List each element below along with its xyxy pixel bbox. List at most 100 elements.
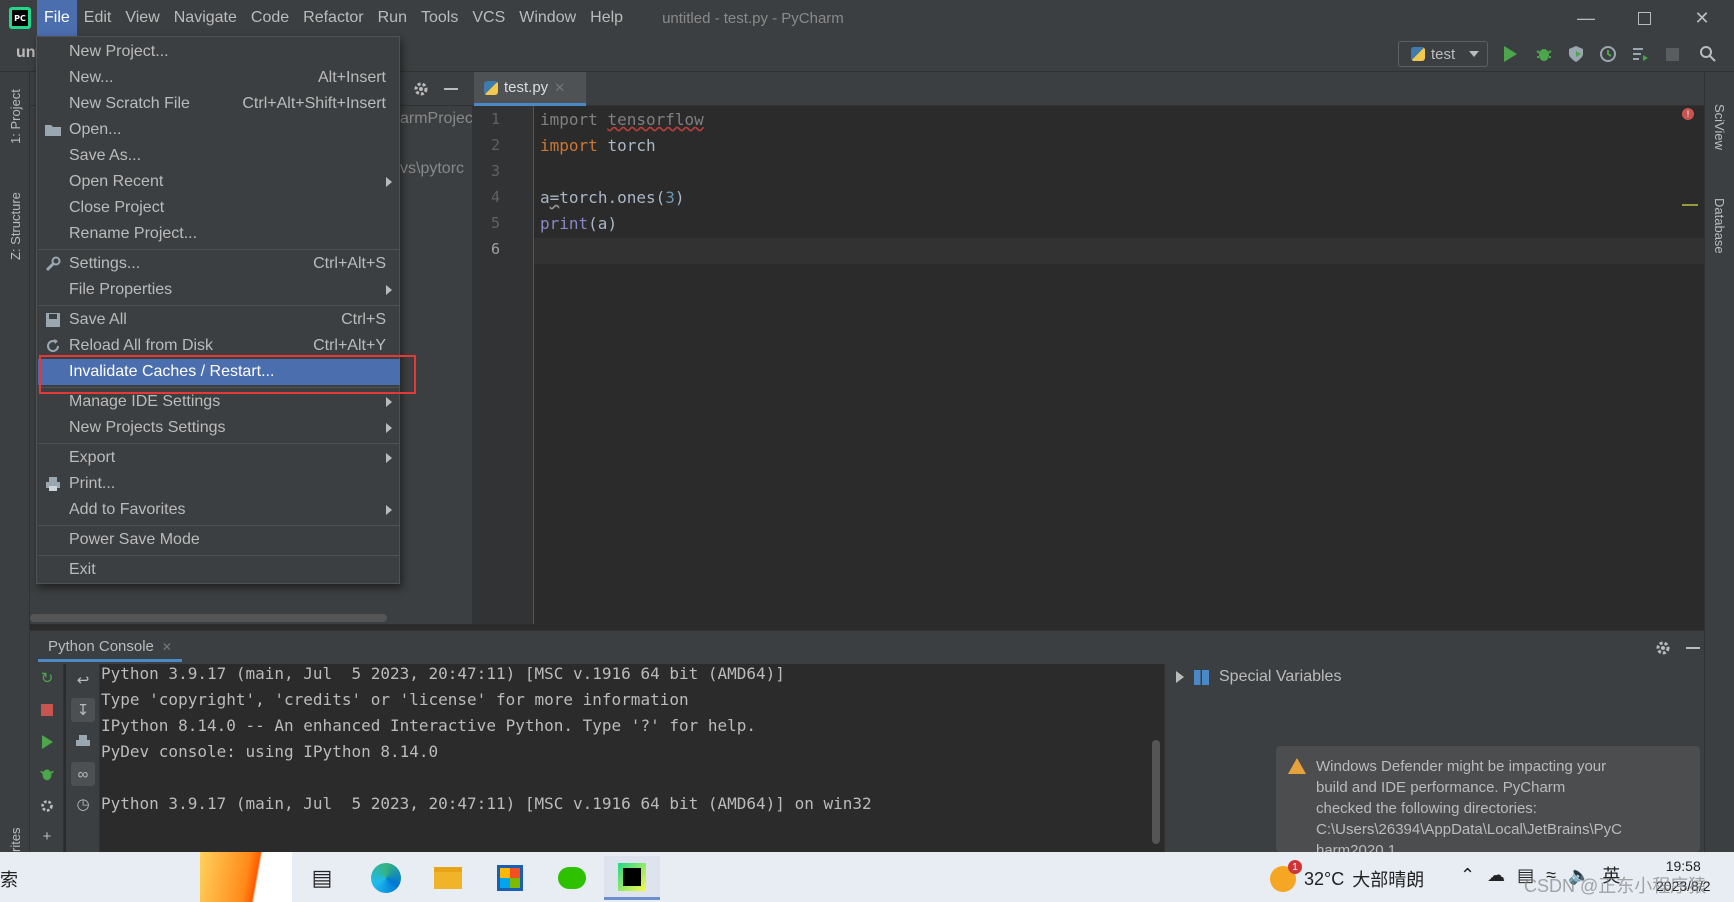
menu-edit[interactable]: Edit — [77, 0, 119, 36]
pycharm-app-button[interactable] — [604, 856, 660, 900]
tab-test-py[interactable]: test.py ✕ — [474, 72, 586, 106]
printer-icon[interactable] — [73, 732, 93, 752]
menu-item-new-scratch-file[interactable]: New Scratch File Ctrl+Alt+Shift+Insert — [38, 91, 400, 117]
run-icon — [41, 735, 53, 749]
project-scrollbar[interactable] — [30, 614, 387, 622]
submenu-arrow-icon — [386, 505, 392, 515]
gear-icon — [41, 800, 53, 812]
project-tool-tab[interactable]: 1: Project — [8, 89, 23, 144]
menu-item-label: Settings... — [69, 255, 141, 272]
menu-item-print[interactable]: Print... — [38, 471, 400, 497]
menu-refactor[interactable]: Refactor — [296, 0, 370, 36]
maximize-button[interactable] — [1616, 0, 1672, 36]
menu-separator — [38, 443, 400, 444]
menu-item-label: Print... — [69, 475, 116, 492]
project-tree-item[interactable]: armProjec — [400, 110, 473, 128]
scroll-to-end-icon[interactable]: ↧ — [71, 698, 95, 722]
stop-button[interactable] — [1662, 44, 1682, 64]
warning-marker[interactable] — [1682, 204, 1698, 206]
menu-help[interactable]: Help — [583, 0, 630, 36]
settings-button[interactable] — [37, 796, 57, 816]
gear-icon[interactable] — [1654, 639, 1672, 661]
menu-item-label: Export — [69, 449, 116, 466]
menu-file[interactable]: File — [37, 0, 77, 36]
menu-item-new-project[interactable]: New Project... — [38, 39, 400, 65]
execute-button[interactable] — [37, 732, 57, 752]
database-tool-tab[interactable]: Database — [1712, 198, 1727, 254]
menu-vcs[interactable]: VCS — [465, 0, 512, 36]
favorites-tool-tab[interactable]: rites — [8, 827, 23, 852]
task-view-button[interactable]: ▤ — [294, 856, 350, 900]
menu-item-new[interactable]: New... Alt+Insert — [38, 65, 400, 91]
menu-view[interactable]: View — [118, 0, 166, 36]
menu-run[interactable]: Run — [371, 0, 414, 36]
notification-line: C:\Users\26394\AppData\Local\JetBrains\P… — [1316, 821, 1622, 838]
gear-icon[interactable] — [412, 80, 430, 102]
profile-button[interactable] — [1598, 44, 1618, 64]
menu-item-label: Save As... — [69, 147, 142, 164]
menu-window[interactable]: Window — [512, 0, 583, 36]
expand-arrow-icon[interactable] — [1176, 671, 1184, 683]
notification-line: checked the following directories: — [1316, 800, 1537, 817]
console-scrollbar[interactable] — [1152, 740, 1160, 844]
variables-grid-icon — [1194, 669, 1209, 685]
minimize-button[interactable]: — — [1558, 0, 1614, 36]
stop-button[interactable] — [37, 700, 57, 720]
file-explorer-button[interactable] — [420, 856, 476, 900]
rerun-icon[interactable]: ↻ — [37, 668, 57, 688]
wechat-app-button[interactable] — [544, 856, 600, 900]
debug-button[interactable] — [1534, 44, 1554, 64]
menu-item-save-as[interactable]: Save As... — [38, 143, 400, 169]
cloud-icon[interactable]: ☁ — [1487, 865, 1505, 886]
menu-item-close-project[interactable]: Close Project — [38, 195, 400, 221]
project-tree-item[interactable]: vs\pytorc — [400, 160, 464, 178]
show-variables-icon[interactable]: ∞ — [71, 762, 95, 786]
menu-item-add-to-favorites[interactable]: Add to Favorites — [38, 497, 400, 523]
add-console-button[interactable]: + — [37, 826, 57, 846]
coverage-button[interactable] — [1566, 44, 1586, 64]
error-stripe-icon[interactable]: ! — [1682, 108, 1694, 120]
debug-button[interactable] — [37, 764, 57, 784]
structure-tool-tab[interactable]: Z: Structure — [8, 192, 23, 260]
hide-pane-icon[interactable] — [1686, 647, 1700, 649]
code-editor[interactable] — [534, 106, 1704, 624]
close-button[interactable]: ✕ — [1674, 0, 1730, 36]
hide-pane-icon[interactable] — [444, 88, 458, 90]
special-variables-label: Special Variables — [1219, 668, 1342, 685]
menu-item-file-properties[interactable]: File Properties — [38, 277, 400, 303]
run-config-select[interactable]: test — [1398, 41, 1488, 67]
history-clock-icon[interactable]: ◷ — [73, 794, 93, 814]
edge-app-button[interactable] — [358, 856, 414, 900]
line-number: 2 — [490, 136, 500, 154]
search-everywhere-button[interactable] — [1698, 44, 1718, 64]
menu-item-settings[interactable]: Settings... Ctrl+Alt+S — [38, 251, 400, 277]
store-app-button[interactable] — [482, 856, 538, 900]
taskbar-search-box[interactable]: 索 — [0, 866, 18, 892]
menu-item-exit[interactable]: Exit — [38, 557, 400, 583]
sciview-tool-tab[interactable]: SciView — [1712, 104, 1727, 150]
menu-item-open[interactable]: Open... — [38, 117, 400, 143]
submenu-arrow-icon — [386, 285, 392, 295]
menu-code[interactable]: Code — [244, 0, 296, 36]
menu-item-rename-project[interactable]: Rename Project... — [38, 221, 400, 247]
menu-navigate[interactable]: Navigate — [167, 0, 244, 36]
tab-python-console[interactable]: Python Console ✕ — [38, 634, 182, 662]
python-file-icon — [484, 80, 498, 95]
run-concurrency-button[interactable] — [1630, 44, 1650, 64]
warning-icon — [1288, 758, 1306, 774]
menu-item-export[interactable]: Export — [38, 445, 400, 471]
menu-tools[interactable]: Tools — [414, 0, 465, 36]
special-variables-row[interactable]: Special Variables — [1176, 668, 1341, 686]
menu-item-save-all[interactable]: Save All Ctrl+S — [38, 307, 400, 333]
menu-item-power-save-mode[interactable]: Power Save Mode — [38, 527, 400, 553]
close-tab-icon[interactable]: ✕ — [162, 640, 172, 654]
close-tab-icon[interactable]: ✕ — [554, 80, 565, 96]
soft-wrap-icon[interactable]: ↩ — [73, 670, 93, 690]
menu-item-open-recent[interactable]: Open Recent — [38, 169, 400, 195]
menu-item-new-projects-settings[interactable]: New Projects Settings — [38, 415, 400, 441]
run-button[interactable] — [1500, 44, 1520, 64]
windows-defender-notification[interactable]: Windows Defender might be impacting your… — [1276, 746, 1700, 852]
submenu-arrow-icon — [386, 397, 392, 407]
weather-widget[interactable]: 1 32°C 大部晴朗 — [1270, 860, 1424, 892]
chevron-up-icon[interactable]: ⌃ — [1460, 865, 1475, 886]
